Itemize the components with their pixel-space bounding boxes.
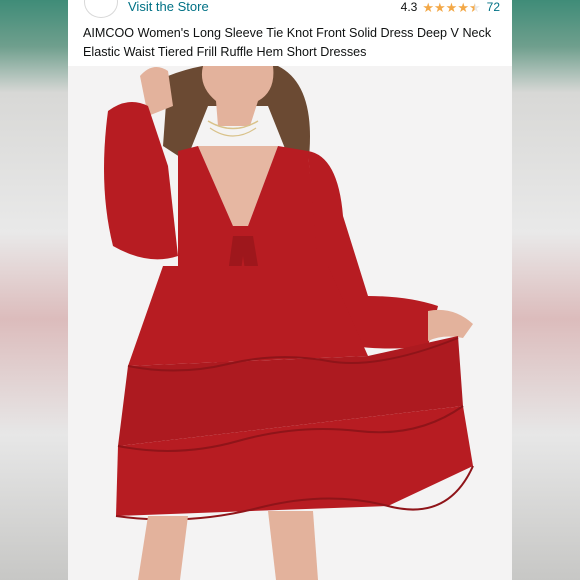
dress-illustration	[104, 66, 474, 580]
backdrop-left	[0, 0, 68, 580]
backdrop-right	[512, 0, 580, 580]
rating[interactable]: 4.3 ★ ★ ★ ★ ★ 72	[401, 0, 500, 14]
star-icon: ★	[422, 0, 435, 15]
visit-store-link[interactable]: Visit the Store	[128, 0, 209, 14]
star-icon: ★	[434, 0, 446, 15]
product-image[interactable]	[68, 66, 512, 580]
product-title: AIMCOO Women's Long Sleeve Tie Knot Fron…	[83, 26, 492, 59]
star-icon: ★	[457, 0, 469, 15]
product-card: Visit the Store 4.3 ★ ★ ★ ★ ★ 72 AIMCOO …	[68, 0, 512, 580]
review-count[interactable]: 72	[487, 0, 500, 14]
store-logo[interactable]	[84, 0, 118, 18]
rating-value: 4.3	[400, 0, 418, 14]
half-star-icon: ★	[468, 0, 481, 15]
store-row: Visit the Store 4.3 ★ ★ ★ ★ ★ 72	[68, 0, 512, 18]
star-icon: ★	[445, 0, 458, 15]
rating-stars: ★ ★ ★ ★ ★	[422, 1, 480, 14]
